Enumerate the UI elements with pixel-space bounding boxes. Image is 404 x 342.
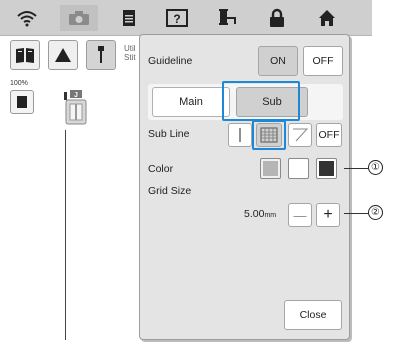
help-icon[interactable]: ? [158, 5, 196, 31]
svg-text:J: J [74, 92, 78, 99]
thread-spool-icon[interactable] [208, 5, 246, 31]
stitch-line [65, 130, 66, 340]
color-white-button[interactable] [288, 158, 309, 179]
subline-label: Sub Line [148, 128, 190, 140]
guideline-dialog: Guideline ON OFF Main Sub Sub Line OFF C… [139, 34, 350, 340]
home-icon[interactable] [308, 5, 346, 31]
callout-1-line [344, 168, 368, 169]
grid-button-highlight [252, 120, 286, 150]
presser-foot-icon: J [56, 90, 92, 130]
sewing-preview-area: 100% J [0, 72, 160, 342]
secondary-toolbar: Util Stit [4, 40, 154, 70]
subline-diagonal-button[interactable] [288, 123, 312, 147]
guideline-on-button[interactable]: ON [258, 46, 298, 76]
zoom-button[interactable] [10, 90, 34, 114]
callout-2-line [344, 213, 368, 214]
gridsize-minus-button[interactable]: — [288, 203, 312, 227]
guideline-off-button[interactable]: OFF [303, 46, 343, 76]
sub-tab-highlight [222, 81, 300, 121]
utility-stitch-label-truncated: Util Stit [124, 44, 136, 62]
subline-vertical-button[interactable] [228, 123, 252, 147]
color-gray-button[interactable] [260, 158, 281, 179]
svg-text:?: ? [173, 12, 180, 26]
gridsize-value: 5.00mm [244, 208, 277, 220]
top-toolbar: ? [0, 0, 372, 36]
color-black-button[interactable] [316, 158, 337, 179]
gridsize-plus-button[interactable]: + [316, 203, 340, 227]
camera-icon[interactable] [60, 5, 98, 31]
tab-main[interactable]: Main [152, 87, 230, 117]
close-button[interactable]: Close [284, 300, 342, 330]
triangle-icon[interactable] [48, 40, 78, 70]
gridsize-label: Grid Size [148, 185, 192, 197]
lock-icon[interactable] [258, 5, 296, 31]
color-label: Color [148, 163, 174, 175]
document-icon[interactable] [110, 5, 148, 31]
callout-2: ② [368, 205, 383, 220]
guideline-label: Guideline [148, 55, 193, 67]
subline-off-button[interactable]: OFF [316, 123, 342, 147]
callout-1: ① [368, 160, 383, 175]
wifi-icon[interactable] [8, 5, 46, 31]
zoom-level: 100% [10, 80, 28, 87]
book-icon[interactable] [10, 40, 40, 70]
needle-icon[interactable] [86, 40, 116, 70]
